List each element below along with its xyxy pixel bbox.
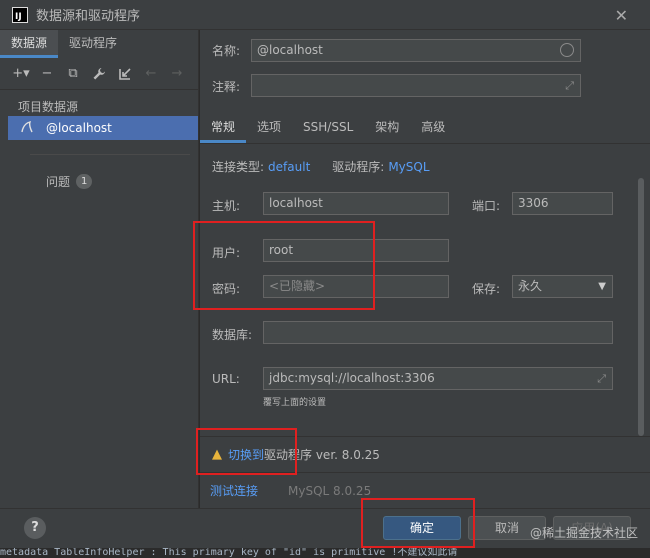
tab-drivers[interactable]: 驱动程序 [58,30,128,58]
issues-count-badge: 1 [76,174,93,189]
issues-label: 问题 [46,175,71,189]
datasource-label: @localhost [46,121,112,135]
project-datasources-header: 项目数据源 [18,100,79,114]
tab-options[interactable]: 选项 [246,112,292,143]
save-value: 永久 [518,279,543,293]
datasource-item-localhost[interactable]: @localhost [8,116,198,140]
name-value: @localhost [257,43,323,57]
watermark: @稀土掘金技术社区 [529,526,638,540]
host-value: localhost [269,196,323,210]
window-title: 数据源和驱动程序 [36,9,141,24]
save-combo[interactable]: 永久 ▼ [512,275,613,298]
settings-tabs: 常规 选项 SSH/SSL 架构 高级 [200,112,650,144]
chevron-down-icon: ▼ [598,281,606,292]
issues-item[interactable]: 问题 1 [46,173,198,190]
port-field[interactable]: 3306 [512,192,613,215]
import-icon[interactable] [116,65,134,83]
duplicate-icon[interactable]: ⧉ [64,65,82,83]
tab-schemas[interactable]: 架构 [364,112,410,143]
url-field[interactable]: jdbc:mysql://localhost:3306 ⤢ [263,367,613,390]
host-field[interactable]: localhost [263,192,449,215]
back-icon[interactable]: ← [142,65,160,83]
url-value: jdbc:mysql://localhost:3306 [269,371,435,385]
save-label: 保存: [472,282,501,296]
forward-icon[interactable]: → [168,65,186,83]
close-icon[interactable]: ✕ [615,6,628,25]
annotation-box-switch-driver [196,428,297,475]
comment-field[interactable]: ⤢ [251,74,581,97]
comment-label: 注释: [212,80,241,94]
connection-type-link[interactable]: default [268,160,310,174]
database-label: 数据库: [212,328,253,342]
help-icon[interactable]: ? [24,517,46,539]
driver-version-label: MySQL 8.0.25 [288,483,372,498]
left-tabs: 数据源 驱动程序 [0,30,198,58]
port-label: 端口: [472,199,501,213]
driver-link[interactable]: MySQL [388,160,429,174]
annotation-box-ok [361,498,475,548]
tab-data-sources[interactable]: 数据源 [0,30,59,58]
url-label: URL: [212,372,240,386]
editor-log-line: metadata TableInfoHelper : This primary … [0,548,650,558]
wrench-icon[interactable] [90,65,108,83]
url-hint: 覆写上面的设置 [263,398,327,408]
divider [30,154,190,155]
remove-icon[interactable]: − [38,65,56,83]
test-connection-link[interactable]: 测试连接 [210,482,258,499]
tab-advanced[interactable]: 高级 [410,112,456,143]
mysql-icon [20,120,38,137]
left-toolbar: +▾ − ⧉ ← → [0,58,198,90]
add-icon[interactable]: +▾ [12,65,30,83]
title-bar: IJ 数据源和驱动程序 ✕ [0,0,650,30]
scrollbar[interactable] [638,178,644,436]
expand-icon[interactable]: ⤢ [565,75,574,96]
intellij-logo-icon: IJ [12,6,28,23]
name-label: 名称: [212,44,241,58]
annotation-box-credentials [193,221,375,310]
database-field[interactable] [263,321,613,344]
port-value: 3306 [518,196,549,210]
expand-url-icon[interactable]: ⤢ [597,368,606,389]
tab-general[interactable]: 常规 [200,112,247,143]
color-circle-icon[interactable] [560,43,574,57]
name-field[interactable]: @localhost [251,39,581,62]
connection-type-label: 连接类型: [212,160,265,174]
driver-label: 驱动程序: [332,160,385,174]
left-panel: 数据源 驱动程序 +▾ − ⧉ ← → 项目数据源 @localhost 问题 … [0,30,199,508]
tab-ssh-ssl[interactable]: SSH/SSL [292,112,364,143]
host-label: 主机: [212,199,241,213]
